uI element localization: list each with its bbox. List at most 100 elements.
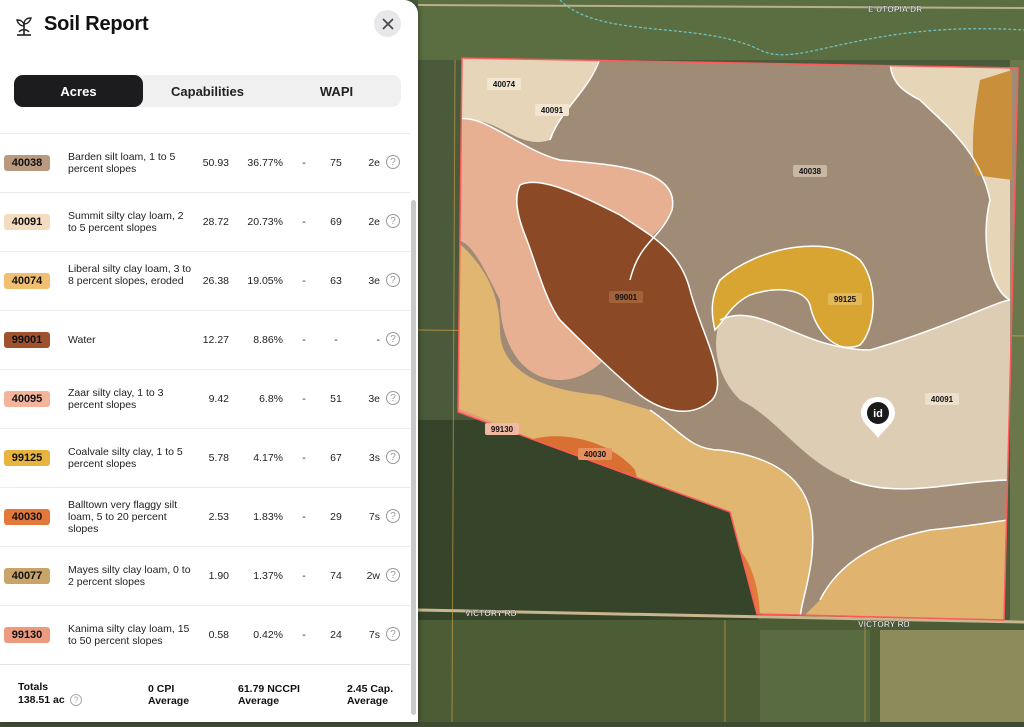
poly-label: 99001 — [615, 293, 638, 302]
soil-capability: 2e — [368, 216, 380, 228]
totals-label: Totals — [18, 681, 49, 693]
road-label: VICTORY RD — [465, 608, 517, 618]
soil-cpi: - — [302, 216, 306, 228]
help-icon[interactable]: ? — [386, 627, 400, 641]
nccpi-average-label: Average — [238, 695, 280, 707]
help-icon[interactable]: ? — [386, 568, 400, 582]
soil-cpi: - — [302, 452, 306, 464]
tab-bar: Acres Capabilities WAPI — [14, 75, 401, 107]
cap-average-label: Average — [347, 695, 389, 707]
soil-percent: 36.77% — [247, 157, 283, 169]
soil-percent: 1.37% — [253, 570, 283, 582]
road-label: VICTORY RD — [858, 619, 910, 629]
soil-row[interactable]: 99130 Kanima silty clay loam, 15 to 50 pe… — [0, 605, 410, 664]
poly-label: 40091 — [541, 106, 564, 115]
poly-label: 40074 — [493, 80, 516, 89]
close-button[interactable] — [374, 10, 401, 37]
help-icon[interactable]: ? — [386, 450, 400, 464]
soil-code-badge: 40091 — [4, 214, 50, 230]
poly-label: 99125 — [834, 295, 857, 304]
soil-row[interactable]: 99001 Water 12.27 8.86% - - -? — [0, 310, 410, 369]
soil-acres: 5.78 — [208, 452, 229, 464]
soil-nccpi: 74 — [330, 570, 342, 582]
close-icon — [381, 17, 394, 30]
soil-nccpi: 29 — [330, 511, 342, 523]
soil-name: Summit silty clay loam, 2 to 5 percent s… — [68, 210, 184, 234]
soil-acres: 2.53 — [208, 511, 229, 523]
poly-label: 40091 — [931, 395, 954, 404]
help-icon[interactable]: ? — [386, 155, 400, 169]
soil-cpi: - — [302, 511, 306, 523]
help-icon[interactable]: ? — [386, 273, 400, 287]
soil-acres: 50.93 — [202, 157, 229, 169]
soil-list: 40038 Barden silt loam, 1 to 5 percent sl… — [0, 133, 410, 664]
soil-row[interactable]: 40095 Zaar silty clay, 1 to 3 percent slo… — [0, 369, 410, 428]
road-label: E UTOPIA DR — [868, 4, 922, 14]
help-icon[interactable]: ? — [70, 694, 82, 706]
soil-percent: 6.8% — [259, 393, 283, 405]
soil-capability: 7s — [368, 629, 380, 641]
soil-capability: - — [376, 334, 381, 346]
scrollbar[interactable] — [411, 200, 416, 715]
soil-capability: 2w — [366, 570, 380, 582]
page-title: Soil Report — [44, 13, 149, 35]
soil-name: Water — [68, 334, 96, 346]
help-icon[interactable]: ? — [386, 332, 400, 346]
soil-name: Liberal silty clay loam, 3 to 8 percent … — [68, 263, 192, 287]
help-icon[interactable]: ? — [386, 509, 400, 523]
soil-report-panel: Soil Report Acres Capabilities WAPI 4003… — [0, 0, 418, 722]
tab-wapi[interactable]: WAPI — [272, 75, 401, 107]
soil-acres: 9.42 — [208, 393, 229, 405]
soil-capability: 3e — [368, 393, 380, 405]
soil-acres: 26.38 — [202, 275, 229, 287]
soil-name: Zaar silty clay, 1 to 3 percent slopes — [68, 387, 164, 411]
poly-label: 40030 — [584, 450, 607, 459]
tab-capabilities[interactable]: Capabilities — [143, 75, 272, 107]
soil-cpi: - — [302, 275, 306, 287]
soil-cpi: - — [302, 157, 306, 169]
soil-acres: 0.58 — [208, 629, 229, 641]
poly-label: 99130 — [491, 425, 514, 434]
marker-text: id — [873, 408, 883, 420]
soil-nccpi: 51 — [330, 393, 342, 405]
cpi-average-value: 0 CPI — [148, 683, 175, 695]
soil-capability: 3s — [368, 452, 380, 464]
soil-cpi: - — [302, 570, 306, 582]
soil-row[interactable]: 40091 Summit silty clay loam, 2 to 5 perc… — [0, 192, 410, 251]
soil-code-badge: 99130 — [4, 627, 50, 643]
soil-cpi: - — [302, 334, 306, 346]
soil-cpi: - — [302, 629, 306, 641]
soil-name: Coalvale silty clay, 1 to 5 percent slop… — [68, 446, 183, 470]
tab-acres[interactable]: Acres — [14, 75, 143, 107]
soil-row[interactable]: 40038 Barden silt loam, 1 to 5 percent sl… — [0, 133, 410, 192]
soil-percent: 19.05% — [247, 275, 283, 287]
cap-average-value: 2.45 Cap. — [347, 683, 394, 695]
soil-row[interactable]: 40077 Mayes silty clay loam, 0 to 2 perce… — [0, 546, 410, 605]
soil-name: Kanima silty clay loam, 15 to 50 percent… — [68, 623, 190, 647]
soil-capability: 7s — [368, 511, 380, 523]
soil-percent: 0.42% — [253, 629, 283, 641]
soil-code-badge: 99125 — [4, 450, 50, 466]
soil-row[interactable]: 99125 Coalvale silty clay, 1 to 5 percent… — [0, 428, 410, 487]
soil-percent: 1.83% — [253, 511, 283, 523]
soil-name: Balltown very flaggy silt loam, 5 to 20 … — [68, 499, 178, 535]
panel-header: Soil Report — [0, 0, 418, 60]
plant-icon — [16, 17, 32, 36]
soil-code-badge: 40030 — [4, 509, 50, 525]
soil-cpi: - — [302, 393, 306, 405]
totals-footer: Totals 138.51 ac ? 0 CPI Average 61.79 N… — [0, 664, 410, 722]
soil-nccpi: 24 — [330, 629, 342, 641]
soil-row[interactable]: 40074 Liberal silty clay loam, 3 to 8 per… — [0, 251, 410, 310]
soil-acres: 12.27 — [202, 334, 229, 346]
cpi-average-label: Average — [148, 695, 190, 707]
soil-row[interactable]: 40030 Balltown very flaggy silt loam, 5 t… — [0, 487, 410, 546]
soil-capability: 3e — [368, 275, 380, 287]
help-icon[interactable]: ? — [386, 391, 400, 405]
soil-name: Barden silt loam, 1 to 5 percent slopes — [68, 151, 176, 175]
soil-code-badge: 99001 — [4, 332, 50, 348]
help-icon[interactable]: ? — [386, 214, 400, 228]
soil-capability: 2e — [368, 157, 380, 169]
totals-value: 138.51 ac — [18, 694, 65, 706]
soil-code-badge: 40095 — [4, 391, 50, 407]
soil-code-badge: 40038 — [4, 155, 50, 171]
